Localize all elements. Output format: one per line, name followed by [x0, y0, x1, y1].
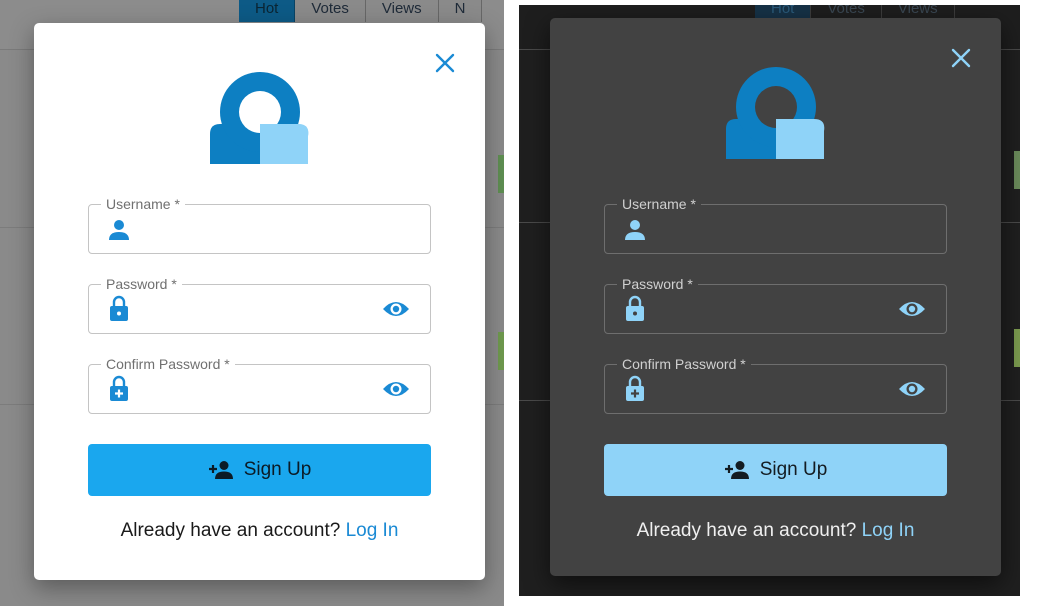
person-add-icon — [724, 461, 749, 479]
background-tabs: Hot Votes Views N — [239, 0, 483, 22]
confirm-password-field[interactable]: Confirm Password * — [88, 355, 431, 414]
person-icon — [625, 220, 645, 240]
username-label: Username * — [617, 195, 701, 213]
eye-icon — [383, 302, 409, 316]
logo-icon — [210, 72, 309, 164]
signup-button-label: Sign Up — [243, 459, 312, 480]
login-prompt: Already have an account? Log In — [550, 520, 1001, 542]
signup-button-label: Sign Up — [759, 459, 828, 480]
password-label: Password * — [617, 275, 698, 293]
person-icon — [109, 220, 129, 240]
signup-dialog: Username * Password * Confirm Password *… — [550, 18, 1001, 576]
username-label: Username * — [101, 195, 185, 213]
background-thumbnail — [498, 155, 504, 193]
password-field[interactable]: Password * — [604, 275, 947, 334]
password-field[interactable]: Password * — [88, 275, 431, 334]
toggle-confirm-password-visibility-button[interactable] — [382, 377, 410, 401]
tab-votes[interactable]: Votes — [295, 0, 366, 22]
login-link[interactable]: Log In — [346, 520, 399, 541]
background-thumbnail — [1014, 151, 1020, 189]
tab-hot[interactable]: Hot — [239, 0, 296, 22]
background-thumbnail — [1014, 329, 1020, 367]
background-thumbnail — [498, 332, 504, 370]
eye-icon — [899, 302, 925, 316]
close-icon — [435, 53, 455, 73]
login-prompt-text: Already have an account? — [636, 520, 862, 541]
person-add-icon — [208, 461, 233, 479]
eye-icon — [383, 382, 409, 396]
close-button[interactable] — [949, 46, 973, 70]
tab-views[interactable]: Views — [365, 0, 439, 22]
lock-icon — [626, 295, 644, 321]
lock-plus-icon — [626, 375, 644, 401]
login-prompt: Already have an account? Log In — [34, 520, 485, 542]
username-field[interactable]: Username * — [88, 195, 431, 254]
login-prompt-text: Already have an account? — [120, 520, 346, 541]
confirm-password-field[interactable]: Confirm Password * — [604, 355, 947, 414]
dark-theme-panel: Hot Votes Views Username * Password * Co… — [519, 5, 1020, 596]
signup-dialog: Username * Password * Confirm Password *… — [34, 23, 485, 580]
light-theme-panel: Hot Votes Views N Username * Password * … — [0, 0, 504, 606]
signup-button[interactable]: Sign Up — [604, 444, 947, 496]
toggle-password-visibility-button[interactable] — [898, 297, 926, 321]
login-link[interactable]: Log In — [862, 520, 915, 541]
confirm-password-label: Confirm Password * — [101, 355, 235, 373]
lock-icon — [110, 295, 128, 321]
eye-icon — [899, 382, 925, 396]
confirm-password-label: Confirm Password * — [617, 355, 751, 373]
close-icon — [951, 48, 971, 68]
toggle-confirm-password-visibility-button[interactable] — [898, 377, 926, 401]
toggle-password-visibility-button[interactable] — [382, 297, 410, 321]
close-button[interactable] — [433, 51, 457, 75]
signup-button[interactable]: Sign Up — [88, 444, 431, 496]
tab-partial[interactable]: N — [438, 0, 483, 22]
username-field[interactable]: Username * — [604, 195, 947, 254]
logo-icon — [726, 67, 825, 159]
password-label: Password * — [101, 275, 182, 293]
lock-plus-icon — [110, 375, 128, 401]
